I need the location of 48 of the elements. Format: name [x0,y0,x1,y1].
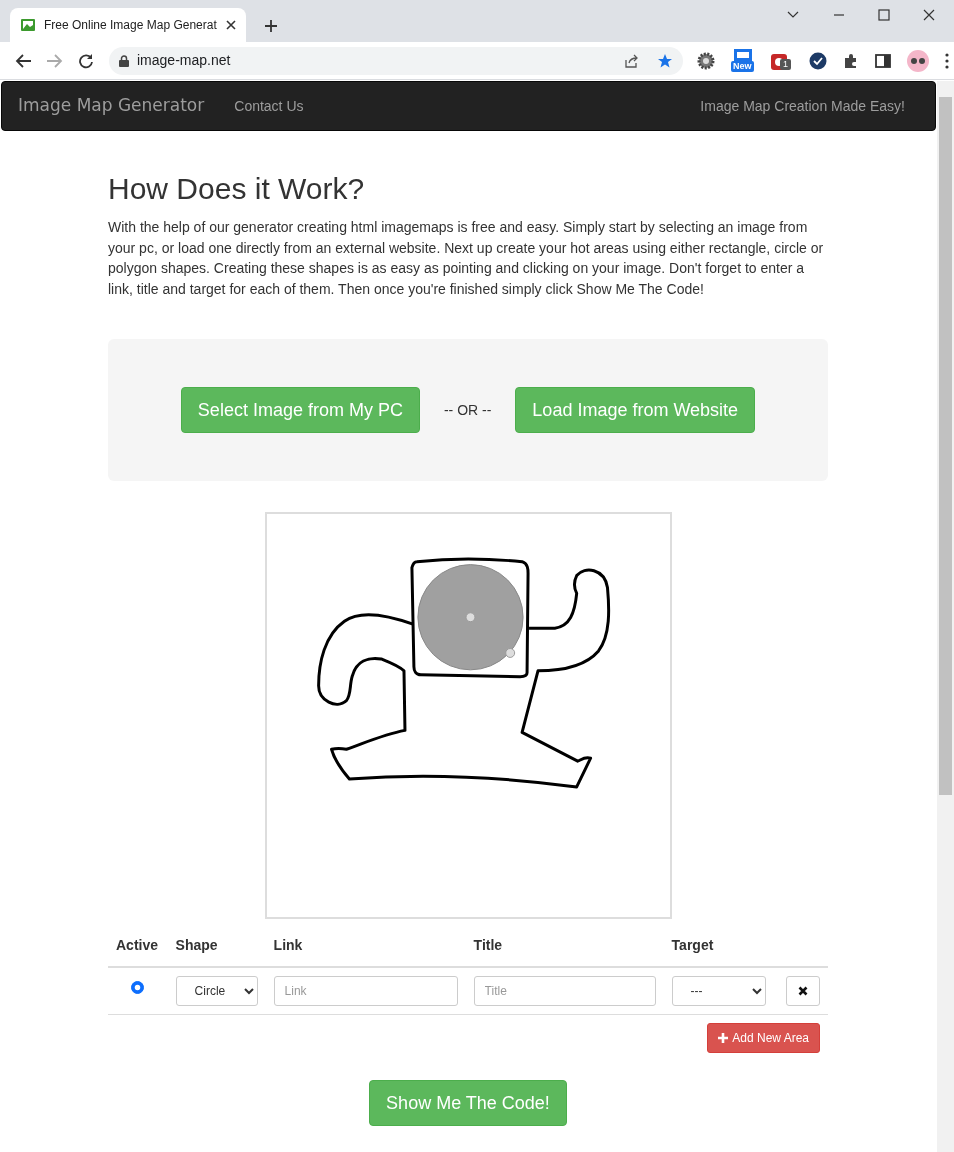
plus-icon[interactable] [264,19,278,33]
menu-icon[interactable] [945,52,949,69]
resize-handle[interactable] [504,648,515,658]
new-badge: New [731,60,754,72]
lock-icon [119,54,129,67]
circle-area[interactable] [416,564,524,671]
gear-icon[interactable] [697,51,715,70]
delete-button[interactable] [786,976,820,1006]
add-area-button[interactable]: Add New Area [707,1023,820,1053]
close-icon[interactable] [922,8,936,22]
star-icon[interactable] [657,52,673,69]
reload-icon[interactable] [78,52,94,69]
tagline: Image Map Creation Made Easy! [700,96,905,116]
target-select[interactable]: --- [671,976,766,1006]
maximize-icon[interactable] [877,8,891,22]
browser-tab[interactable]: Free Online Image Map Generat [10,8,246,42]
shape-select[interactable]: Circle [175,976,258,1006]
plus-icon [718,1033,729,1043]
tab-title: Free Online Image Map Generat [44,17,218,34]
intro-paragraph: With the help of our generator creating html imagemaps is free and easy. Simply start by selecting an image from your pc, or load one directly from an external website. Next up create your hot areas using either rectangle, circle or polygon shapes. Creating these shapes is as easy as pointing and clicking on your image. Don't forget to enter a link, title and target for each of them. Then once you're finished simply click Show Me The Code! [108,218,825,299]
column-header: Link [265,925,466,967]
check-icon[interactable] [809,51,827,70]
column-header: Active [108,925,168,967]
center-handle[interactable] [465,612,475,623]
column-header: Title [465,925,664,967]
extension-icon[interactable]: New [731,48,755,73]
link-field[interactable]: Link [273,976,458,1006]
column-header: Target [663,925,777,967]
title-field[interactable]: Title [473,976,656,1006]
page-heading: How Does it Work? [108,171,366,207]
puzzle-icon[interactable] [843,52,859,69]
site-brand[interactable]: Image Map Generator [18,93,205,119]
back-arrow-icon[interactable] [14,52,32,69]
image-icon [20,17,36,33]
nav-link[interactable]: Contact Us [234,95,304,117]
close-icon [798,986,808,996]
extension-icon[interactable]: 1 [771,49,793,72]
column-header: Shape [167,925,266,967]
close-icon[interactable] [226,20,236,30]
side-panel-icon[interactable] [875,52,891,69]
scrollbar[interactable] [937,81,954,1152]
address-bar[interactable]: image-map.net [109,46,683,75]
active-radio[interactable] [131,980,145,994]
avatar-icon[interactable] [907,49,929,72]
window-icon [734,48,752,63]
or-separator: -- OR -- [443,400,492,420]
count-badge: 1 [780,58,791,70]
share-icon[interactable] [623,52,639,69]
